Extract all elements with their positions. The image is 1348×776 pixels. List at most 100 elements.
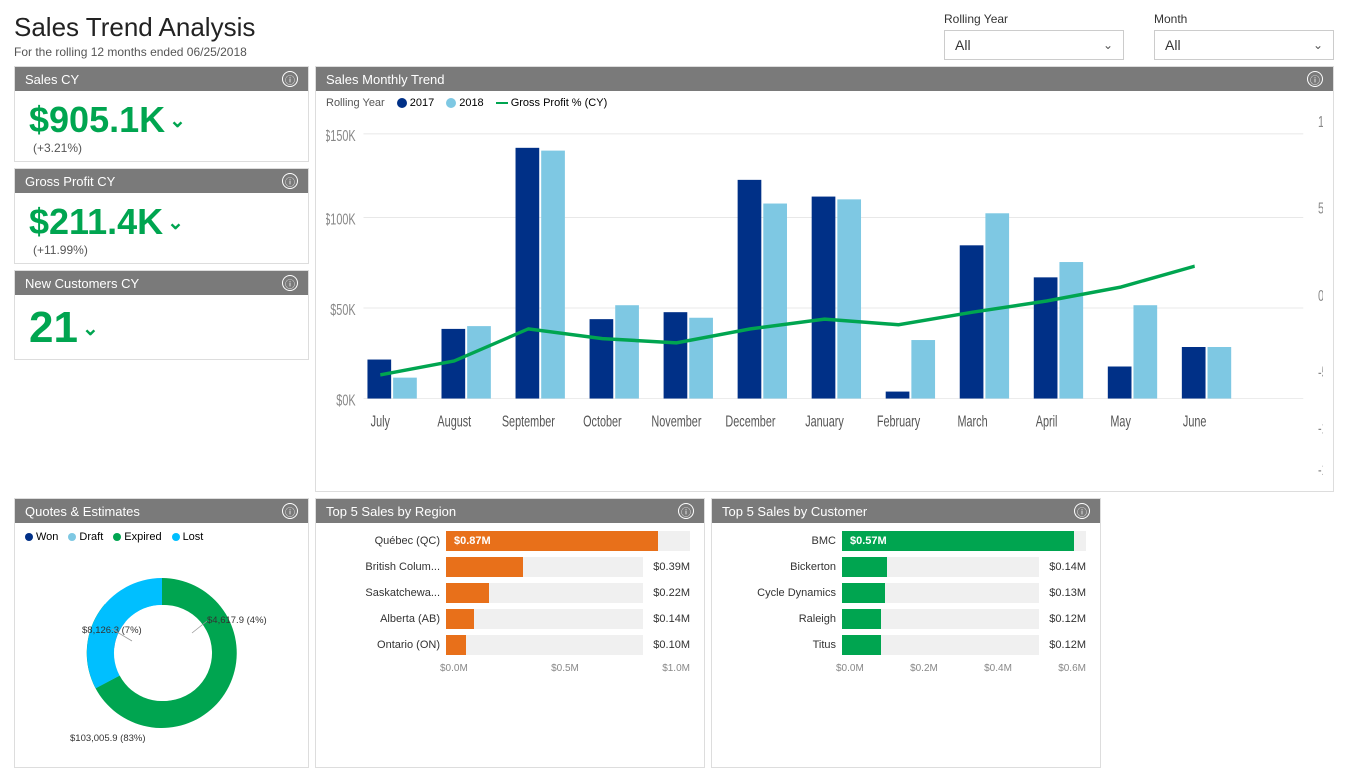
svg-text:0%: 0%: [1318, 287, 1323, 304]
trend-title: Sales Monthly Trend: [326, 72, 445, 87]
customer-axis-1: $0.2M: [910, 663, 938, 674]
region-bar-fill-3: [446, 609, 474, 629]
gross-profit-header: Gross Profit CY ⓘ: [15, 169, 308, 193]
svg-text:October: October: [583, 413, 622, 430]
region-axis-0: $0.0M: [440, 663, 468, 674]
svg-text:$8,126.3 (7%): $8,126.3 (7%): [82, 625, 142, 636]
svg-text:$100K: $100K: [326, 211, 356, 228]
region-bar-row-4: Ontario (ON) $0.10M: [330, 635, 690, 655]
customer-bar-value-4: $0.12M: [1049, 639, 1086, 651]
new-customers-info-icon[interactable]: ⓘ: [282, 275, 298, 291]
customer-axis-2: $0.4M: [984, 663, 1012, 674]
trend-panel: Sales Monthly Trend ⓘ Rolling Year 2017 …: [315, 66, 1334, 492]
customer-bar-value-0: $0.57M: [846, 535, 887, 547]
trend-info-icon[interactable]: ⓘ: [1307, 71, 1323, 87]
svg-text:$4,617.9 (4%): $4,617.9 (4%): [207, 615, 267, 626]
new-customers-trend-icon: ⌄: [82, 316, 99, 341]
legend-won: Won: [25, 531, 58, 543]
svg-text:50%: 50%: [1318, 199, 1323, 216]
month-select[interactable]: All ⌄: [1154, 30, 1334, 60]
legend-draft: Draft: [68, 531, 103, 543]
svg-text:-100%: -100%: [1318, 420, 1323, 437]
won-label: Won: [36, 531, 58, 543]
gross-profit-value: $211.4K: [29, 201, 163, 243]
region-bar-label-1: British Colum...: [330, 561, 440, 573]
quotes-body: Won Draft Expired Lost: [15, 523, 308, 767]
expired-label: Expired: [124, 531, 161, 543]
sales-cy-header: Sales CY ⓘ: [15, 67, 308, 91]
svg-text:January: January: [805, 413, 844, 430]
expired-dot: [113, 533, 121, 541]
region-bar-label-4: Ontario (ON): [330, 639, 440, 651]
lost-label: Lost: [183, 531, 204, 543]
rolling-year-select[interactable]: All ⌄: [944, 30, 1124, 60]
sales-cy-info-icon[interactable]: ⓘ: [282, 71, 298, 87]
svg-text:$50K: $50K: [330, 301, 355, 318]
customer-bar-container-0: $0.57M: [842, 531, 1086, 551]
region-axis-2: $1.0M: [662, 663, 690, 674]
region-bar-value-4: $0.10M: [653, 639, 690, 651]
region-bar-fill-1: [446, 557, 523, 577]
page-title: Sales Trend Analysis: [14, 12, 255, 43]
top5-region-panel: Top 5 Sales by Region ⓘ Québec (QC) $0.8…: [315, 498, 705, 768]
svg-text:100%: 100%: [1318, 113, 1323, 130]
svg-text:$150K: $150K: [326, 127, 356, 144]
quotes-info-icon[interactable]: ⓘ: [282, 503, 298, 519]
month-label: Month: [1154, 12, 1334, 26]
region-bar-label-0: Québec (QC): [330, 535, 440, 547]
new-customers-label: New Customers CY: [25, 276, 139, 291]
rolling-year-label: Rolling Year: [944, 12, 1124, 26]
region-axis-labels: $0.0M $0.5M $1.0M: [330, 663, 690, 674]
quotes-panel: Quotes & Estimates ⓘ Won Draft Expired: [14, 498, 309, 768]
rolling-year-value: All: [955, 37, 971, 53]
region-bar-container-3: [446, 609, 643, 629]
svg-text:July: July: [371, 413, 391, 430]
customer-bar-fill-1: [842, 557, 887, 577]
region-bar-container-4: [446, 635, 643, 655]
legend-gp-pct: Gross Profit % (CY): [511, 97, 608, 109]
draft-label: Draft: [79, 531, 103, 543]
legend-expired: Expired: [113, 531, 161, 543]
customer-bar-container-3: [842, 609, 1039, 629]
quotes-header: Quotes & Estimates ⓘ: [15, 499, 308, 523]
svg-text:March: March: [957, 413, 987, 430]
svg-text:February: February: [877, 413, 921, 430]
rolling-year-chevron-icon: ⌄: [1103, 38, 1113, 52]
legend-lost: Lost: [172, 531, 204, 543]
region-bar-fill-2: [446, 583, 489, 603]
sales-cy-trend-icon: ⌄: [169, 108, 186, 133]
region-bar-fill-4: [446, 635, 466, 655]
region-bar-value-1: $0.39M: [653, 561, 690, 573]
top5-region-body: Québec (QC) $0.87M British Colum... $0.3…: [316, 523, 704, 767]
svg-text:December: December: [725, 413, 776, 430]
customer-bar-container-1: [842, 557, 1039, 577]
customer-bar-row-1: Bickerton $0.14M: [726, 557, 1086, 577]
trend-header: Sales Monthly Trend ⓘ: [316, 67, 1333, 91]
gross-profit-change: (+11.99%): [29, 243, 294, 257]
gross-profit-card: Gross Profit CY ⓘ $211.4K ⌄ (+11.99%): [14, 168, 309, 264]
new-customers-header: New Customers CY ⓘ: [15, 271, 308, 295]
region-bar-value-3: $0.14M: [653, 613, 690, 625]
top5-customer-body: BMC $0.57M Bickerton $0.14M Cycle Dyn: [712, 523, 1100, 767]
svg-text:-50%: -50%: [1318, 364, 1323, 381]
customer-bar-row-0: BMC $0.57M: [726, 531, 1086, 551]
donut-svg: $8,126.3 (7%) $4,617.9 (4%) $103,005.9 (…: [52, 553, 272, 753]
customer-bar-label-2: Cycle Dynamics: [726, 587, 836, 599]
customer-bar-container-4: [842, 635, 1039, 655]
lost-dot: [172, 533, 180, 541]
customer-bar-container-2: [842, 583, 1039, 603]
svg-text:May: May: [1110, 413, 1131, 430]
customer-bar-fill-0: $0.57M: [842, 531, 1074, 551]
customer-bar-fill-4: [842, 635, 881, 655]
gross-profit-info-icon[interactable]: ⓘ: [282, 173, 298, 189]
region-bar-fill-0: $0.87M: [446, 531, 658, 551]
svg-text:April: April: [1036, 413, 1058, 430]
month-chevron-icon: ⌄: [1313, 38, 1323, 52]
region-bar-container-1: [446, 557, 643, 577]
svg-text:June: June: [1183, 413, 1207, 430]
customer-bar-row-4: Titus $0.12M: [726, 635, 1086, 655]
region-bar-container-2: [446, 583, 643, 603]
svg-text:November: November: [651, 413, 702, 430]
sales-cy-body: $905.1K ⌄ (+3.21%): [15, 91, 308, 161]
page-subtitle: For the rolling 12 months ended 06/25/20…: [14, 45, 255, 59]
